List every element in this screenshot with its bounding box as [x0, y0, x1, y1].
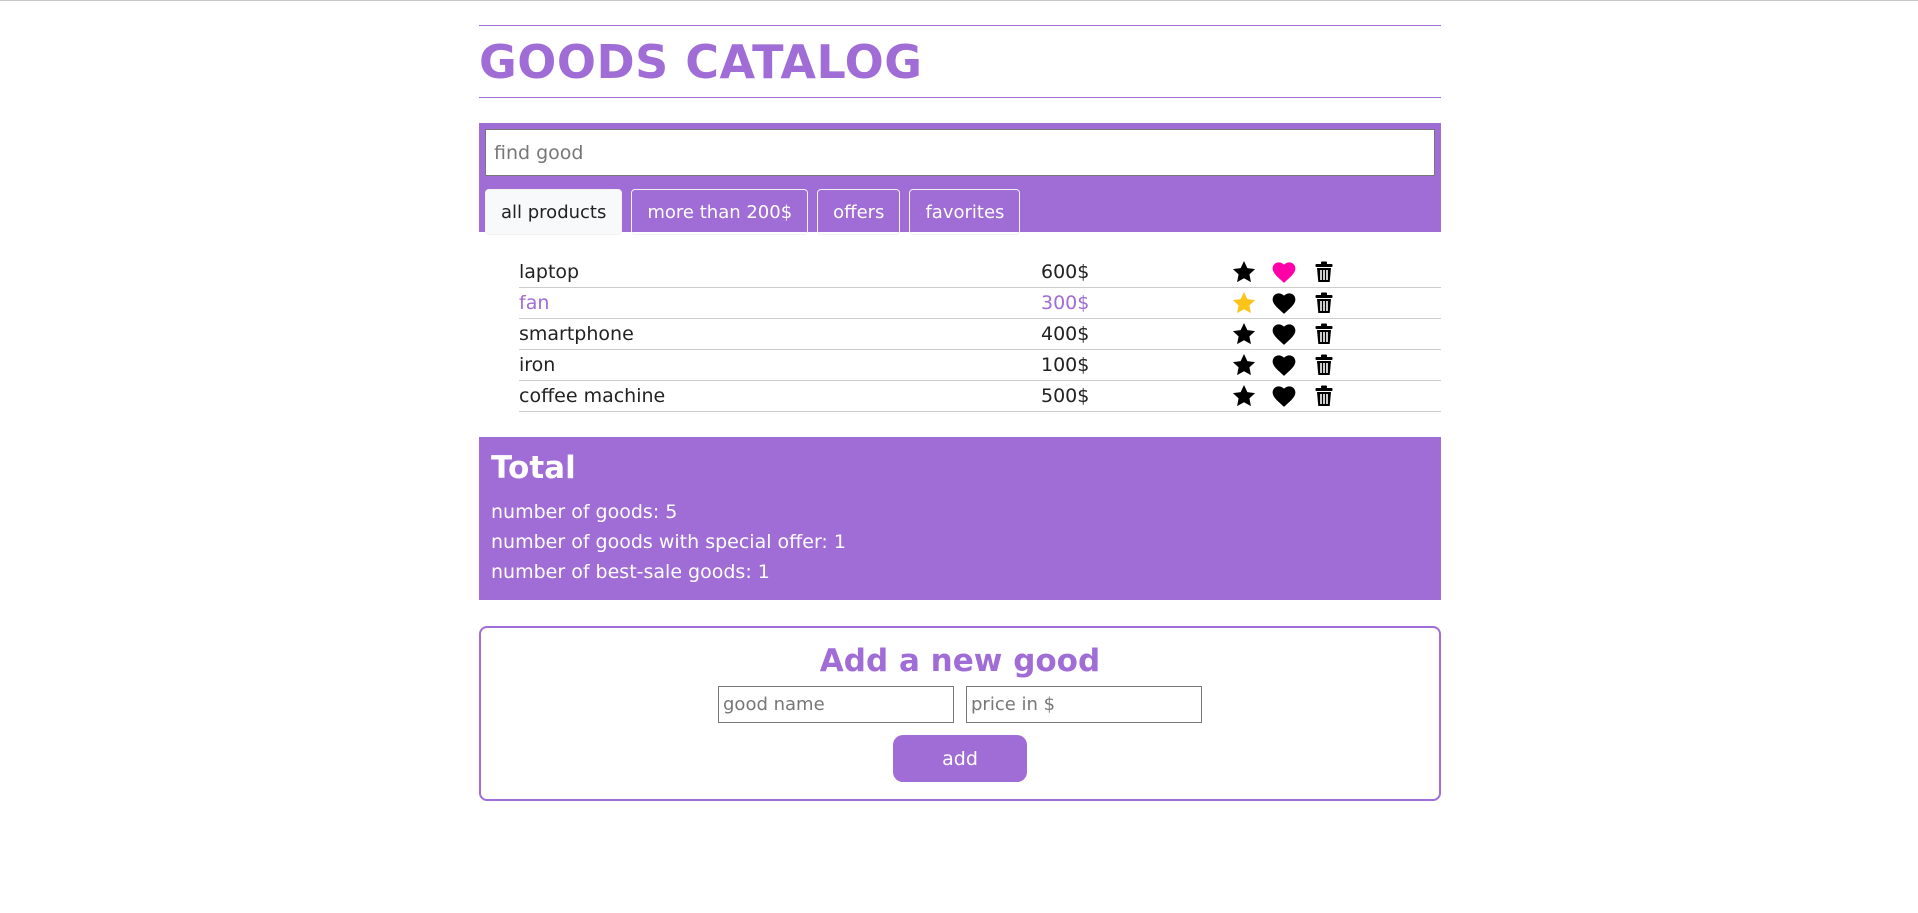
heart-icon[interactable] [1271, 383, 1297, 409]
goods-row[interactable]: fan 300$ [519, 288, 1441, 319]
app-container: GOODS CATALOG all products more than 200… [479, 25, 1441, 801]
filter-all-products-button[interactable]: all products [485, 189, 623, 235]
goods-row[interactable]: smartphone 400$ [519, 319, 1441, 350]
good-actions [1231, 259, 1351, 285]
total-best-sale-count: number of best-sale goods: 1 [491, 561, 770, 584]
good-price-input[interactable] [966, 686, 1202, 724]
goods-row[interactable]: iron 100$ [519, 350, 1441, 381]
filter-more-than-200-button[interactable]: more than 200$ [631, 189, 809, 235]
trash-icon[interactable] [1311, 321, 1337, 347]
star-icon[interactable] [1231, 383, 1257, 409]
good-actions [1231, 383, 1351, 409]
goods-row[interactable]: laptop 600$ [519, 257, 1441, 288]
trash-icon[interactable] [1311, 259, 1337, 285]
star-icon[interactable] [1231, 259, 1257, 285]
add-button[interactable]: add [893, 735, 1027, 783]
total-panel: Total number of goods: 5 number of goods… [479, 437, 1441, 600]
header: GOODS CATALOG [479, 25, 1441, 98]
search-panel: all products more than 200$ offers favor… [479, 123, 1441, 235]
search-input[interactable] [485, 129, 1435, 176]
good-price: 300$ [1041, 292, 1090, 314]
good-actions [1231, 321, 1351, 347]
total-goods-count: number of goods: 5 [491, 501, 678, 524]
trash-icon[interactable] [1311, 383, 1337, 409]
good-price: 100$ [1041, 354, 1090, 376]
star-icon[interactable] [1231, 352, 1257, 378]
heart-icon[interactable] [1271, 259, 1297, 285]
good-name[interactable]: smartphone [519, 323, 1041, 345]
goods-row[interactable]: coffee machine 500$ [519, 381, 1441, 412]
good-name[interactable]: laptop [519, 261, 1041, 283]
heart-icon[interactable] [1271, 321, 1297, 347]
total-offer-count: number of goods with special offer: 1 [491, 531, 846, 554]
trash-icon[interactable] [1311, 290, 1337, 316]
good-price: 500$ [1041, 385, 1090, 407]
good-actions [1231, 352, 1351, 378]
star-icon[interactable] [1231, 290, 1257, 316]
total-title: Total [491, 450, 576, 486]
filter-favorites-button[interactable]: favorites [909, 189, 1021, 235]
heart-icon[interactable] [1271, 290, 1297, 316]
star-icon[interactable] [1231, 321, 1257, 347]
filter-bar: all products more than 200$ offers favor… [485, 189, 1435, 235]
good-name[interactable]: fan [519, 292, 1041, 314]
goods-list: laptop 600$ fan 300$ smartphone 400$ iron 100$ c… [519, 257, 1441, 412]
page-title: GOODS CATALOG [479, 34, 923, 89]
trash-icon[interactable] [1311, 352, 1337, 378]
good-name[interactable]: coffee machine [519, 385, 1041, 407]
add-form-title: Add a new good [819, 643, 1101, 679]
add-good-form: Add a new good add [479, 626, 1441, 801]
top-border [0, 0, 1918, 1]
good-price: 400$ [1041, 323, 1090, 345]
good-actions [1231, 290, 1351, 316]
good-name-input[interactable] [718, 686, 954, 724]
heart-icon[interactable] [1271, 352, 1297, 378]
filter-offers-button[interactable]: offers [817, 189, 901, 235]
add-form-inputs [481, 686, 1439, 724]
good-price: 600$ [1041, 261, 1090, 283]
good-name[interactable]: iron [519, 354, 1041, 376]
